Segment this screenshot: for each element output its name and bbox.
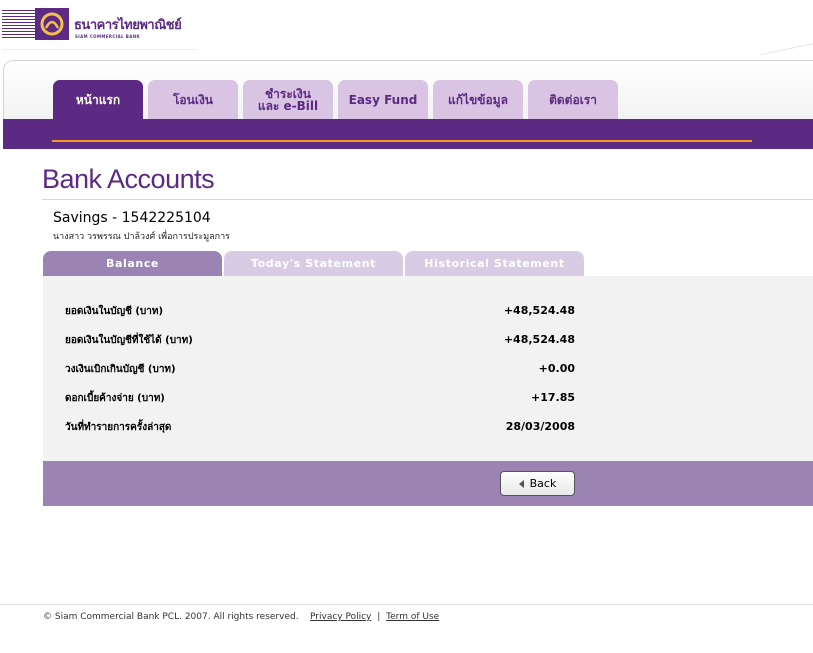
accrued-interest-value: +17.85	[530, 391, 575, 404]
triangle-left-icon	[518, 479, 524, 488]
action-bar	[43, 461, 813, 506]
subtab-todays-statement[interactable]: Today's Statement	[224, 251, 403, 276]
page-footer: © Siam Commercial Bank PCL. 2007. All ri…	[43, 612, 439, 622]
tab-easy-fund-label: Easy Fund	[348, 92, 418, 107]
tab-easy-fund[interactable]: Easy Fund	[338, 80, 428, 119]
subtab-balance-label: Balance	[105, 257, 159, 270]
copyright-text: © Siam Commercial Bank PCL. 2007. All ri…	[43, 612, 299, 622]
page-title: Bank Accounts	[42, 164, 215, 194]
tab-transfer[interactable]: โอนเงิน	[148, 80, 238, 119]
tab-contact-us-label: ติดต่อเรา	[549, 92, 597, 107]
tab-edit-profile-label: แก้ไขข้อมูล	[448, 92, 508, 107]
tab-transfer-label: โอนเงิน	[172, 92, 214, 107]
available-balance-value: +48,524.48	[503, 333, 575, 346]
nav-band	[3, 119, 813, 149]
back-button[interactable]: Back	[500, 471, 575, 496]
logo-thai-name: ธนาคารไทยพาณิชย์	[74, 18, 182, 33]
tab-payment-label-line1: ชำระเงิน	[265, 86, 311, 101]
last-transaction-date-label: วันที่ทำรายการครั้งล่าสุด	[65, 422, 172, 433]
available-balance-label: ยอดเงินในบัญชีที่ใช้ได้ (บาท)	[65, 335, 193, 346]
balance-row-value: +48,524.48	[503, 304, 575, 317]
tab-payment-ebill[interactable]: ชำระเงิน และ e-Bill	[243, 80, 333, 119]
balance-row-label: ยอดเงินในบัญชี (บาท)	[65, 306, 164, 317]
tab-home[interactable]: หน้าแรก	[53, 80, 143, 119]
logo-divider	[2, 49, 197, 50]
footer-separator: |	[377, 612, 381, 622]
subtab-historical-statement-label: Historical Statement	[424, 257, 565, 270]
overdraft-limit-value: +0.00	[538, 362, 575, 375]
tab-contact-us[interactable]: ติดต่อเรา	[528, 80, 618, 119]
nav-accent-line	[52, 140, 752, 142]
account-name: Savings - 1542225104	[53, 210, 211, 226]
terms-of-use-link[interactable]: Term of Use	[386, 612, 439, 622]
scb-logo[interactable]: ธนาคารไทยพาณิชย์ SIAM COMMERCIAL BANK	[2, 8, 202, 50]
tab-home-label: หน้าแรก	[75, 92, 121, 107]
last-transaction-date-value: 28/03/2008	[505, 420, 575, 433]
title-divider	[42, 199, 813, 200]
subtab-historical-statement[interactable]: Historical Statement	[405, 251, 584, 276]
main-nav: หน้าแรก โอนเงิน ชำระเงิน และ e-Bill Easy…	[0, 80, 813, 120]
scb-emblem-icon	[35, 8, 69, 40]
accrued-interest-label: ดอกเบี้ยค้างจ่าย (บาท)	[65, 393, 165, 404]
subtab-todays-statement-label: Today's Statement	[250, 257, 376, 270]
footer-divider	[0, 604, 813, 605]
back-button-label: Back	[529, 477, 557, 490]
subtab-balance[interactable]: Balance	[43, 251, 222, 276]
account-holder: นางสาว วรพรรณ ปาล้วงศ์ เพื่อการประมูลการ	[53, 232, 230, 242]
logo-english-name: SIAM COMMERCIAL BANK	[75, 34, 140, 39]
overdraft-limit-label: วงเงินเบิกเกินบัญชี (บาท)	[65, 364, 176, 375]
tab-payment-label-line2: และ e-Bill	[257, 98, 319, 113]
logo-stripes	[2, 10, 35, 38]
privacy-policy-link[interactable]: Privacy Policy	[310, 612, 371, 622]
tab-edit-profile[interactable]: แก้ไขข้อมูล	[433, 80, 523, 119]
